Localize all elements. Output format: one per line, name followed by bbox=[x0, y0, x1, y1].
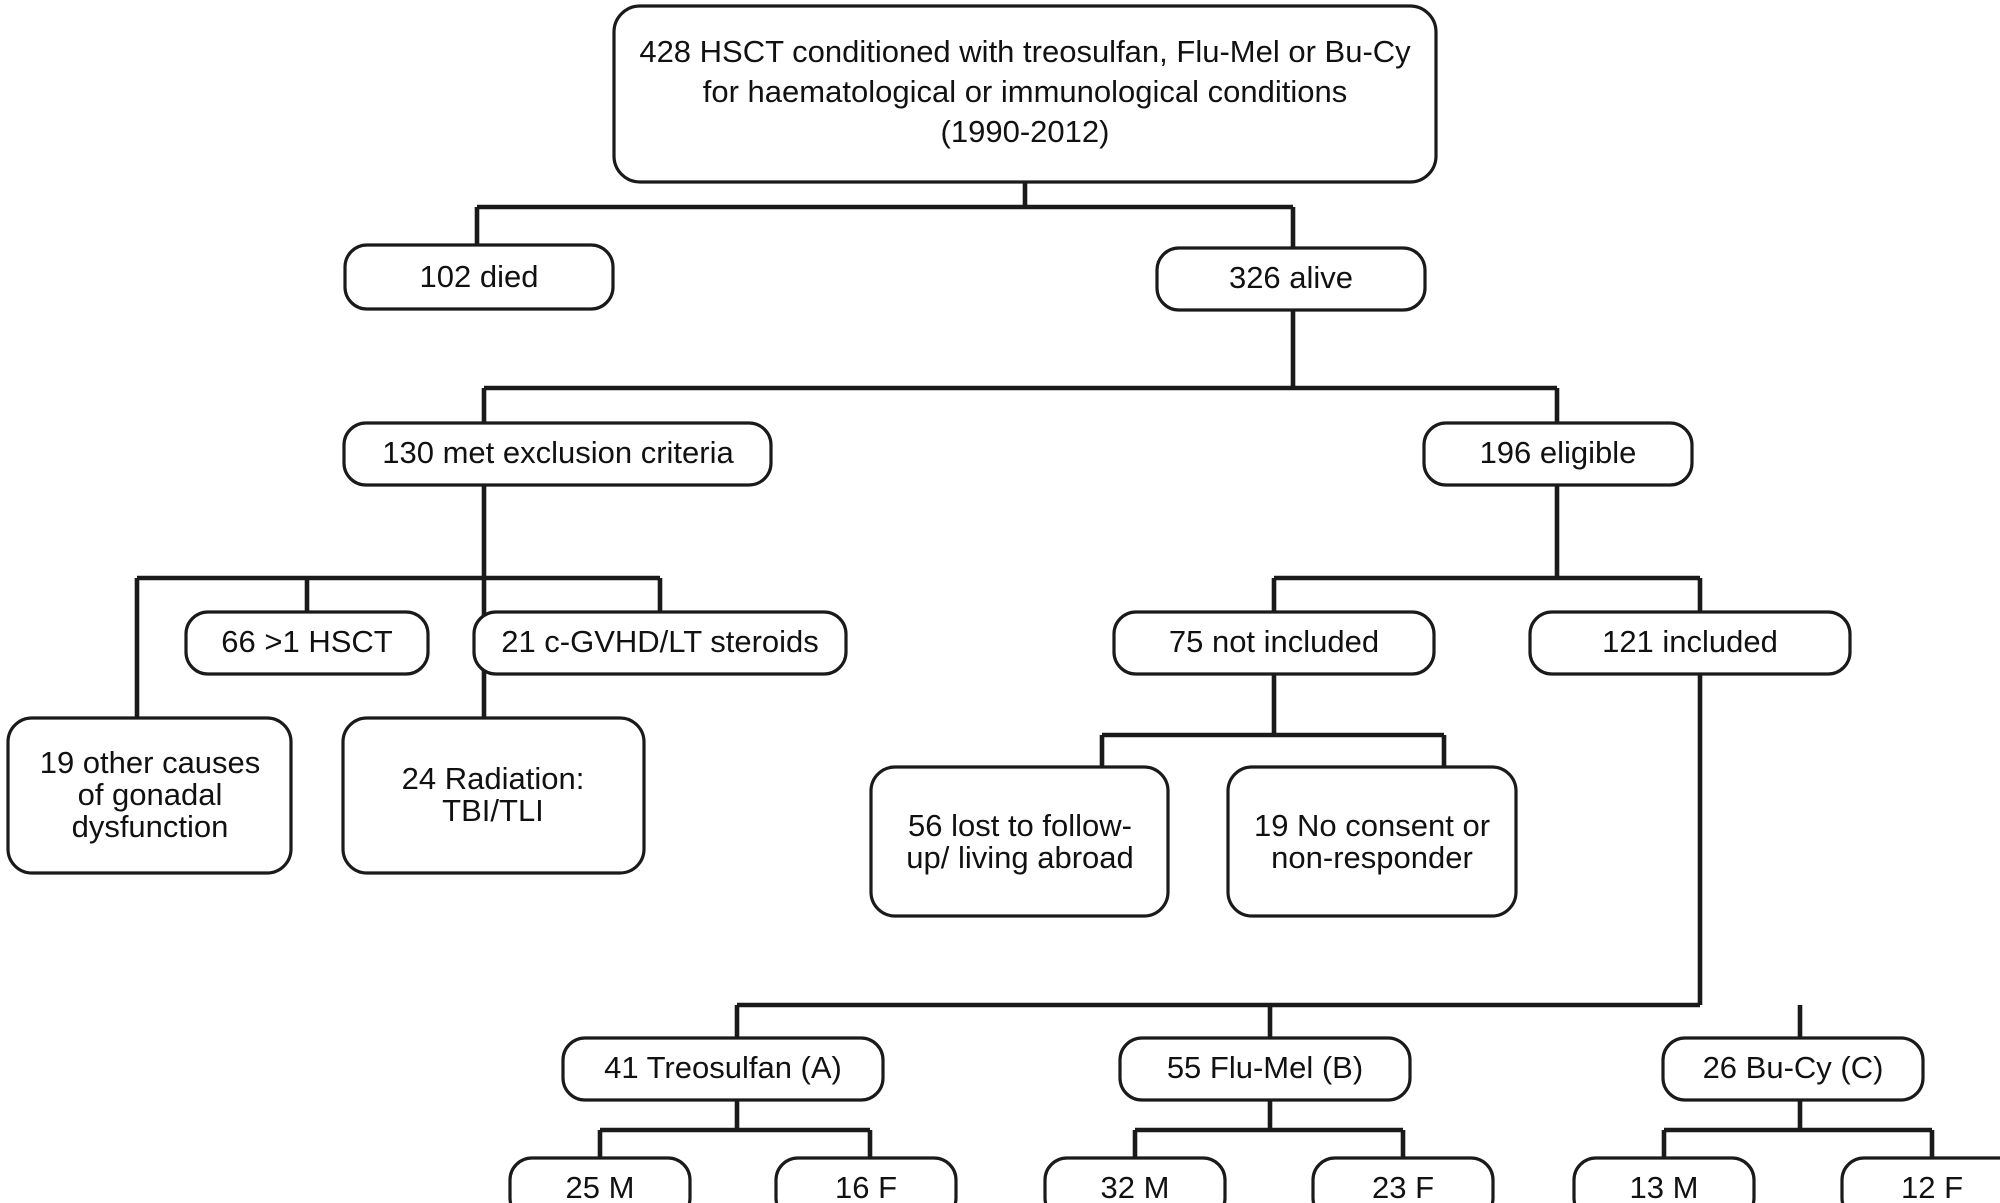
node-total-hsct-line-3: (1990-2012) bbox=[941, 114, 1110, 149]
node-arm-c-male-label: 13 M bbox=[1630, 1170, 1699, 1203]
node-arm-b-male[interactable]: 32 M bbox=[1043, 1156, 1227, 1203]
node-alive[interactable]: 326 alive bbox=[1155, 246, 1427, 312]
node-total-hsct-line-2: for haematological or immunological cond… bbox=[703, 74, 1347, 109]
node-total-hsct-line-1: 428 HSCT conditioned with treosulfan, Fl… bbox=[639, 34, 1411, 69]
node-included-label: 121 included bbox=[1602, 624, 1778, 659]
node-arm-c-male[interactable]: 13 M bbox=[1572, 1156, 1756, 1203]
node-lost-followup-line-1: 56 lost to follow- bbox=[908, 808, 1132, 843]
node-more-than-one-hsct[interactable]: 66 >1 HSCT bbox=[184, 610, 430, 676]
node-eligible-label: 196 eligible bbox=[1480, 435, 1637, 470]
node-other-causes-gonadal-dysfunction[interactable]: 19 other causes of gonadal dysfunction bbox=[6, 716, 293, 875]
node-cgvhd-lt-steroids[interactable]: 21 c-GVHD/LT steroids bbox=[472, 610, 848, 676]
node-other-causes-line-1: 19 other causes bbox=[40, 745, 261, 780]
node-lost-to-follow-up[interactable]: 56 lost to follow- up/ living abroad bbox=[869, 765, 1170, 918]
node-more-than-one-hsct-label: 66 >1 HSCT bbox=[221, 624, 393, 659]
node-arm-b-female[interactable]: 23 F bbox=[1311, 1156, 1495, 1203]
flowchart-root: 428 HSCT conditioned with treosulfan, Fl… bbox=[0, 0, 2000, 1203]
node-alive-label: 326 alive bbox=[1229, 260, 1353, 295]
node-not-included[interactable]: 75 not included bbox=[1112, 610, 1436, 676]
node-arm-bu-cy[interactable]: 26 Bu-Cy (C) bbox=[1661, 1036, 1925, 1102]
node-arm-c-female-label: 12 F bbox=[1901, 1170, 1963, 1203]
node-met-exclusion-criteria-label: 130 met exclusion criteria bbox=[382, 435, 734, 470]
node-radiation-line-2: TBI/TLI bbox=[442, 793, 544, 828]
node-died[interactable]: 102 died bbox=[343, 243, 615, 311]
node-arm-flu-mel[interactable]: 55 Flu-Mel (B) bbox=[1118, 1036, 1412, 1102]
node-arm-a-female-label: 16 F bbox=[835, 1170, 897, 1203]
node-eligible[interactable]: 196 eligible bbox=[1422, 421, 1694, 487]
node-lost-followup-line-2: up/ living abroad bbox=[906, 840, 1134, 875]
flowchart-canvas: 428 HSCT conditioned with treosulfan, Fl… bbox=[6, 4, 2000, 1203]
node-no-consent-line-1: 19 No consent or bbox=[1254, 808, 1490, 843]
node-radiation-line-1: 24 Radiation: bbox=[402, 761, 585, 796]
node-radiation-tbi-tli[interactable]: 24 Radiation: TBI/TLI bbox=[341, 716, 646, 875]
node-died-label: 102 died bbox=[420, 259, 539, 294]
node-arm-treosulfan[interactable]: 41 Treosulfan (A) bbox=[561, 1036, 885, 1102]
node-arm-a-male[interactable]: 25 M bbox=[508, 1156, 692, 1203]
node-arm-c-female[interactable]: 12 F bbox=[1840, 1156, 2000, 1203]
node-cgvhd-lt-steroids-label: 21 c-GVHD/LT steroids bbox=[501, 624, 819, 659]
node-arm-a-female[interactable]: 16 F bbox=[774, 1156, 958, 1203]
node-arm-flu-mel-label: 55 Flu-Mel (B) bbox=[1167, 1050, 1363, 1085]
node-included[interactable]: 121 included bbox=[1528, 610, 1852, 676]
node-no-consent-non-responder[interactable]: 19 No consent or non-responder bbox=[1226, 765, 1518, 918]
node-arm-b-female-label: 23 F bbox=[1372, 1170, 1434, 1203]
node-met-exclusion-criteria[interactable]: 130 met exclusion criteria bbox=[342, 421, 773, 487]
node-arm-b-male-label: 32 M bbox=[1101, 1170, 1170, 1203]
node-no-consent-line-2: non-responder bbox=[1271, 840, 1473, 875]
node-other-causes-line-2: of gonadal bbox=[78, 777, 223, 812]
node-other-causes-line-3: dysfunction bbox=[72, 809, 229, 844]
node-arm-bu-cy-label: 26 Bu-Cy (C) bbox=[1703, 1050, 1884, 1085]
node-arm-treosulfan-label: 41 Treosulfan (A) bbox=[604, 1050, 842, 1085]
node-arm-a-male-label: 25 M bbox=[566, 1170, 635, 1203]
node-not-included-label: 75 not included bbox=[1169, 624, 1379, 659]
node-total-hsct[interactable]: 428 HSCT conditioned with treosulfan, Fl… bbox=[612, 4, 1438, 184]
